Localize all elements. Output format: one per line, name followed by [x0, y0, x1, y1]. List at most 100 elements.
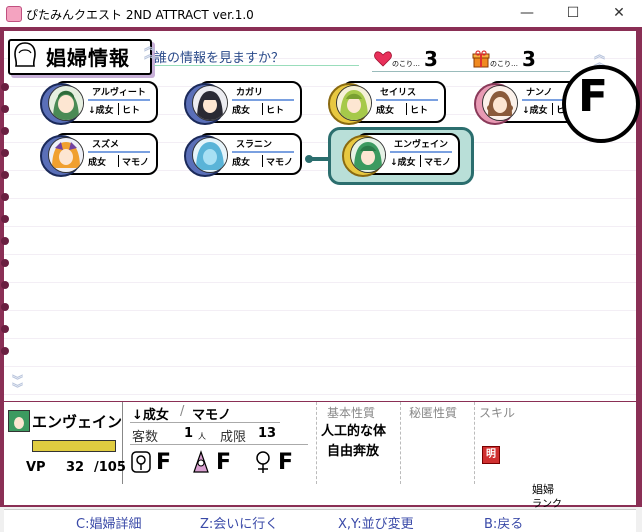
- character-portrait: [48, 137, 84, 173]
- sex-stat-icon: [131, 451, 151, 473]
- character-portrait: [192, 137, 228, 173]
- female-stat-grade: F: [278, 450, 294, 475]
- prompt-text: 誰の情報を見ますか？: [154, 47, 359, 66]
- rank-badge: F: [562, 65, 640, 143]
- character-portrait: [336, 85, 372, 121]
- heart-counter-label: のこり…: [392, 60, 420, 68]
- help-bar: C:娼婦詳細 Z:会いに行く X,Y:並び変更 B:戻る: [4, 509, 636, 532]
- character-card[interactable]: スラニン 成女 マモノ: [184, 133, 302, 177]
- vp-label: VP: [26, 460, 46, 475]
- character-race: ヒト: [410, 106, 429, 116]
- character-race: ヒト: [122, 106, 141, 116]
- skill-icon[interactable]: 明: [482, 446, 500, 464]
- selected-name: エンヴェイン: [32, 413, 123, 431]
- male-stat-grade: F: [216, 450, 232, 475]
- secret-traits-column: 秘匿性質: [400, 402, 475, 484]
- character-name: スズメ: [92, 140, 120, 150]
- binder-ring: [1, 347, 9, 355]
- help-sort: X,Y:並び変更: [338, 517, 414, 532]
- binder-ring: [1, 149, 9, 157]
- basic-trait: 自由奔放: [327, 444, 380, 459]
- status-panel: エンヴェイン VP 32 /105 ↓成女 / マモノ 客数 1 人 成限 13…: [4, 402, 636, 510]
- character-age: ↓成女: [88, 106, 114, 116]
- skills-column: スキル: [474, 402, 531, 484]
- vp-max: /105: [94, 460, 126, 475]
- woman-silhouette-icon: [14, 42, 36, 67]
- limit-value: 13: [258, 426, 277, 441]
- binder-ring: [1, 83, 9, 91]
- selected-mini-portrait: [8, 410, 30, 432]
- character-portrait: [350, 137, 386, 173]
- character-name: アルヴィート: [92, 88, 146, 98]
- gift-counter-value: 3: [522, 47, 536, 71]
- scroll-down-chevron-icon[interactable]: ︾ ︾: [12, 375, 23, 394]
- character-age: 成女: [232, 158, 251, 168]
- binder-ring: [1, 237, 9, 245]
- limit-label: 成限: [220, 430, 247, 445]
- character-age: 成女: [232, 106, 251, 116]
- app-icon: [6, 6, 22, 22]
- female-stat-icon: [256, 451, 270, 473]
- help-meet: Z:会いに行く: [200, 517, 279, 532]
- game-frame: 娼婦情報 ︽ ︽ 誰の情報を見ますか？ のこり… 3 のこり… 3 ︽ ︽ アル…: [0, 27, 642, 532]
- help-details: C:娼婦詳細: [76, 517, 142, 532]
- maximize-button[interactable]: ☐: [550, 0, 596, 27]
- secret-traits-label: 秘匿性質: [409, 406, 458, 420]
- character-card[interactable]: アルヴィート ↓成女 ヒト: [40, 81, 158, 125]
- character-portrait: [192, 85, 228, 121]
- gift-icon: [472, 50, 490, 68]
- basic-trait: 人工的な体: [321, 424, 387, 439]
- gift-counter-label: のこり…: [490, 60, 518, 68]
- notebook-page: 娼婦情報 ︽ ︽ 誰の情報を見ますか？ のこり… 3 のこり… 3 ︽ ︽ アル…: [1, 31, 636, 401]
- page-title-tab: 娼婦情報: [8, 39, 152, 75]
- selected-age: ↓成女: [132, 408, 169, 423]
- sex-stat-grade: F: [156, 450, 172, 475]
- separator-slash: /: [180, 404, 185, 419]
- customers-label: 客数: [132, 430, 159, 445]
- character-card[interactable]: スズメ 成女 マモノ: [40, 133, 158, 177]
- binder-ring: [1, 193, 9, 201]
- male-stat-icon: [193, 450, 209, 473]
- selected-summary: エンヴェイン VP 32 /105: [4, 402, 126, 484]
- close-button[interactable]: ✕: [596, 0, 642, 27]
- character-race: マモノ: [266, 158, 294, 168]
- character-age: ↓成女: [390, 158, 416, 168]
- character-card[interactable]: セイリス 成女 ヒト: [328, 81, 446, 125]
- character-race: ヒト: [266, 106, 285, 116]
- rank-letter: F: [578, 71, 609, 122]
- character-age: ↓成女: [522, 106, 548, 116]
- vp-value: 32: [66, 460, 85, 475]
- character-age: 成女: [376, 106, 395, 116]
- customers-value: 1: [184, 426, 194, 441]
- help-back: B:戻る: [484, 517, 524, 532]
- character-race: マモノ: [424, 158, 452, 168]
- page-title: 娼婦情報: [46, 46, 130, 70]
- character-card[interactable]: カガリ 成女 ヒト: [184, 81, 302, 125]
- binder-ring: [1, 215, 9, 223]
- character-age: 成女: [88, 158, 107, 168]
- rank-label-sub: ランク: [532, 499, 562, 510]
- binder-ring: [1, 259, 9, 267]
- character-race: マモノ: [122, 158, 150, 168]
- character-portrait: [482, 85, 518, 121]
- character-name: セイリス: [380, 88, 417, 98]
- customers-unit: 人: [198, 432, 206, 441]
- character-portrait: [48, 85, 84, 121]
- selection-connector: [305, 155, 329, 163]
- character-card-selected[interactable]: エンヴェイン ↓成女 マモノ: [328, 127, 474, 185]
- basic-traits-label: 基本性質: [327, 406, 376, 420]
- minimize-button[interactable]: —: [504, 0, 550, 27]
- character-name: スラニン: [236, 140, 273, 150]
- binder-ring: [1, 171, 9, 179]
- vp-bar: [32, 440, 116, 452]
- character-name: カガリ: [236, 88, 264, 98]
- selected-stats: ↓成女 / マモノ 客数 1 人 成限 13 F F F: [128, 404, 312, 484]
- window-titlebar: ぴたみんクエスト 2ND ATTRACT ver.1.0 — ☐ ✕: [0, 0, 642, 28]
- binder-ring: [1, 303, 9, 311]
- character-name: ナンノ: [526, 88, 553, 98]
- binder-ring: [1, 281, 9, 289]
- window-title: ぴたみんクエスト 2ND ATTRACT ver.1.0: [26, 8, 254, 22]
- character-name: エンヴェイン: [394, 140, 449, 150]
- selected-race: マモノ: [192, 408, 232, 423]
- heart-icon: [374, 51, 392, 67]
